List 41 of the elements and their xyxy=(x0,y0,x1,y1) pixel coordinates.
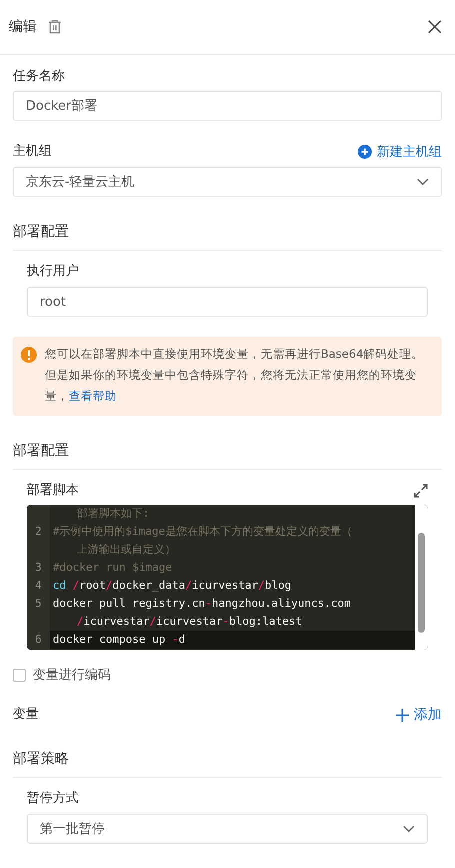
field-label: 执行用户 xyxy=(27,264,80,280)
field-label: 暂停方式 xyxy=(27,791,80,807)
line-number: 2 xyxy=(35,525,42,538)
code-line: #docker run $image xyxy=(52,560,174,576)
checkbox[interactable] xyxy=(13,668,26,682)
code-line: 部署脚本如下: xyxy=(76,506,151,522)
section-title: 部署配置 xyxy=(13,442,442,470)
close-icon[interactable] xyxy=(428,20,442,34)
host-group-select[interactable]: 京东云-轻量云主机 xyxy=(13,167,442,197)
section-title: 部署策略 xyxy=(13,750,442,778)
expand-icon[interactable] xyxy=(414,484,428,498)
checkbox-label: 变量进行编码 xyxy=(33,667,111,684)
user-field[interactable]: root xyxy=(27,287,428,317)
code-line: #示例中使用的$image是您在脚本下方的变量处定义的变量（ xyxy=(52,524,354,540)
code-editor[interactable] xyxy=(27,505,428,650)
pause-mode-select[interactable]: 第一批暂停 xyxy=(27,814,428,844)
help-link[interactable]: 查看帮助 xyxy=(69,389,117,403)
chevron-down-icon xyxy=(417,178,429,186)
section-title: 部署配置 xyxy=(13,223,442,251)
task-name-field[interactable]: Docker部署 xyxy=(13,91,442,121)
field-label: 任务名称 xyxy=(13,69,66,85)
code-line: 上游输出或自定义） xyxy=(76,542,177,558)
line-number: 3 xyxy=(35,561,42,574)
alert-message: 您可以在部署脚本中直接使用环境变量，无需再进行Base64解码处理。但是如果你的环境变量中包含特殊字符，您将无法正常使用您的环境变量，查看帮助 xyxy=(45,346,425,405)
plus-icon xyxy=(358,145,372,159)
section-label: 变量 xyxy=(13,707,39,723)
new-host-group-button[interactable]: 新建主机组 xyxy=(358,143,442,161)
code-line: cd /root/docker_data/icurvestar/blog xyxy=(52,578,292,594)
line-number: 5 xyxy=(35,597,42,610)
field-label: 主机组 xyxy=(13,144,52,160)
code-line: /icurvestar/icurvestar-blog:latest xyxy=(76,614,304,630)
panel-title: 编辑 xyxy=(9,18,37,36)
field-label: 部署脚本 xyxy=(27,483,79,499)
warning-icon xyxy=(21,347,37,363)
trash-icon[interactable] xyxy=(47,19,63,35)
plus-icon xyxy=(396,708,409,722)
chevron-down-icon xyxy=(403,825,415,833)
add-button[interactable]: 添加 xyxy=(396,706,442,724)
code-line: docker pull registry.cn-hangzhou.aliyuncs.com xyxy=(52,596,352,612)
line-number: 4 xyxy=(35,579,42,592)
line-number: 6 xyxy=(35,633,42,646)
